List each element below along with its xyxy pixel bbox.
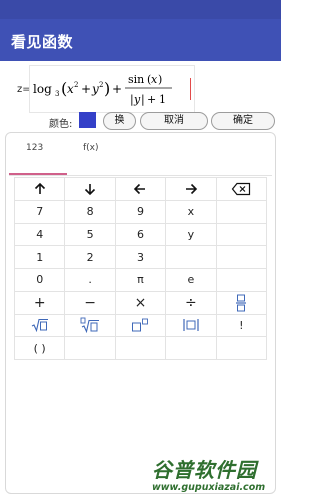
tab-functions[interactable]: f(x) <box>83 143 99 153</box>
key-3[interactable]: 3 <box>114 245 167 269</box>
key-2[interactable]: 2 <box>64 245 116 269</box>
key-y[interactable]: y <box>165 222 217 247</box>
formula-row: z= log 3 ( x 2 + y 2 ) + sin ( x ) | y |… <box>0 61 281 113</box>
key-left[interactable] <box>114 177 167 201</box>
key-x[interactable]: x <box>165 199 217 224</box>
down-arrow-icon <box>85 183 96 196</box>
absolute-value-icon <box>183 319 199 332</box>
status-bar <box>0 0 281 19</box>
key-8[interactable]: 8 <box>64 199 116 224</box>
svg-text:+: + <box>112 82 122 96</box>
text-cursor <box>190 78 191 100</box>
key-empty <box>215 268 268 292</box>
backspace-icon <box>232 182 251 195</box>
key-0[interactable]: 0 <box>13 268 66 292</box>
svg-text:+: + <box>147 93 156 106</box>
watermark-url: www.gupuxiazai.com <box>152 482 266 493</box>
watermark-text: 谷普软件园 <box>152 458 257 482</box>
key-multiply[interactable]: × <box>114 290 167 315</box>
svg-text:2: 2 <box>99 81 103 89</box>
key-factorial[interactable]: ! <box>215 313 268 338</box>
key-backspace[interactable] <box>215 177 268 201</box>
key-empty <box>165 245 217 269</box>
svg-text:x: x <box>67 82 74 96</box>
key-pi[interactable]: π <box>114 268 167 292</box>
key-right[interactable] <box>165 177 217 201</box>
key-empty <box>215 245 268 269</box>
key-plus[interactable]: + <box>13 290 66 315</box>
key-empty <box>64 336 116 360</box>
svg-text:+: + <box>81 82 91 96</box>
key-7[interactable]: 7 <box>13 199 66 224</box>
cancel-button[interactable]: 取消 <box>140 112 208 130</box>
key-parentheses[interactable]: ( ) <box>13 336 66 360</box>
svg-text:1: 1 <box>159 93 166 106</box>
watermark: 谷普软件园 www.gupuxiazai.com <box>152 454 278 496</box>
color-row: 颜色: 换 取消 确定 <box>0 110 281 132</box>
key-9[interactable]: 9 <box>114 199 167 224</box>
key-6[interactable]: 6 <box>114 222 167 247</box>
svg-text:): ) <box>104 79 110 98</box>
color-swatch[interactable] <box>79 112 96 128</box>
formula-input[interactable]: log 3 ( x 2 + y 2 ) + sin ( x ) | y | + … <box>29 65 195 113</box>
key-nth-root[interactable] <box>64 313 116 338</box>
svg-text:3: 3 <box>55 90 59 98</box>
ok-button[interactable]: 确定 <box>211 112 275 130</box>
key-empty <box>165 336 217 360</box>
svg-text:log: log <box>33 82 52 96</box>
key-5[interactable]: 5 <box>64 222 116 247</box>
key-fraction[interactable] <box>215 290 268 315</box>
svg-text:|: | <box>141 93 145 107</box>
tab-123[interactable]: 123 <box>26 143 43 153</box>
key-e[interactable]: e <box>165 268 217 292</box>
app-bar: 看见函数 <box>0 19 281 61</box>
power-icon <box>132 318 149 332</box>
key-1[interactable]: 1 <box>13 245 66 269</box>
key-empty <box>215 222 268 247</box>
svg-text:): ) <box>158 73 162 86</box>
left-arrow-icon <box>134 183 146 194</box>
svg-text:y: y <box>91 82 99 96</box>
svg-text:x: x <box>151 73 158 86</box>
key-divide[interactable]: ÷ <box>165 290 217 315</box>
color-label: 颜色: <box>49 119 73 130</box>
key-up[interactable] <box>13 177 66 201</box>
key-power[interactable] <box>114 313 167 338</box>
formula-display: log 3 ( x 2 + y 2 ) + sin ( x ) | y | + … <box>33 73 172 107</box>
nth-root-icon <box>80 317 100 334</box>
app-title: 看见函数 <box>11 33 74 51</box>
tab-divider <box>9 175 272 176</box>
key-empty <box>215 199 268 224</box>
key-empty <box>114 336 167 360</box>
swap-button[interactable]: 换 <box>103 112 136 130</box>
svg-text:2: 2 <box>74 81 78 89</box>
key-empty <box>215 336 268 360</box>
square-root-icon <box>31 319 48 333</box>
right-arrow-icon <box>185 183 198 194</box>
key-sqrt[interactable] <box>13 313 66 338</box>
up-arrow-icon <box>34 182 45 194</box>
svg-text:y: y <box>133 93 141 106</box>
key-4[interactable]: 4 <box>13 222 66 247</box>
math-keyboard: 123 f(x) 7 8 9 x 4 5 6 y 1 2 3 0 . π e +… <box>5 132 276 494</box>
key-minus[interactable]: − <box>64 290 116 315</box>
key-abs[interactable] <box>165 313 217 338</box>
key-down[interactable] <box>64 177 116 201</box>
svg-text:sin: sin <box>128 73 144 86</box>
fraction-icon <box>236 294 247 312</box>
key-decimal[interactable]: . <box>64 268 116 292</box>
key-grid: 7 8 9 x 4 5 6 y 1 2 3 0 . π e + − × ÷ ! … <box>13 177 268 360</box>
